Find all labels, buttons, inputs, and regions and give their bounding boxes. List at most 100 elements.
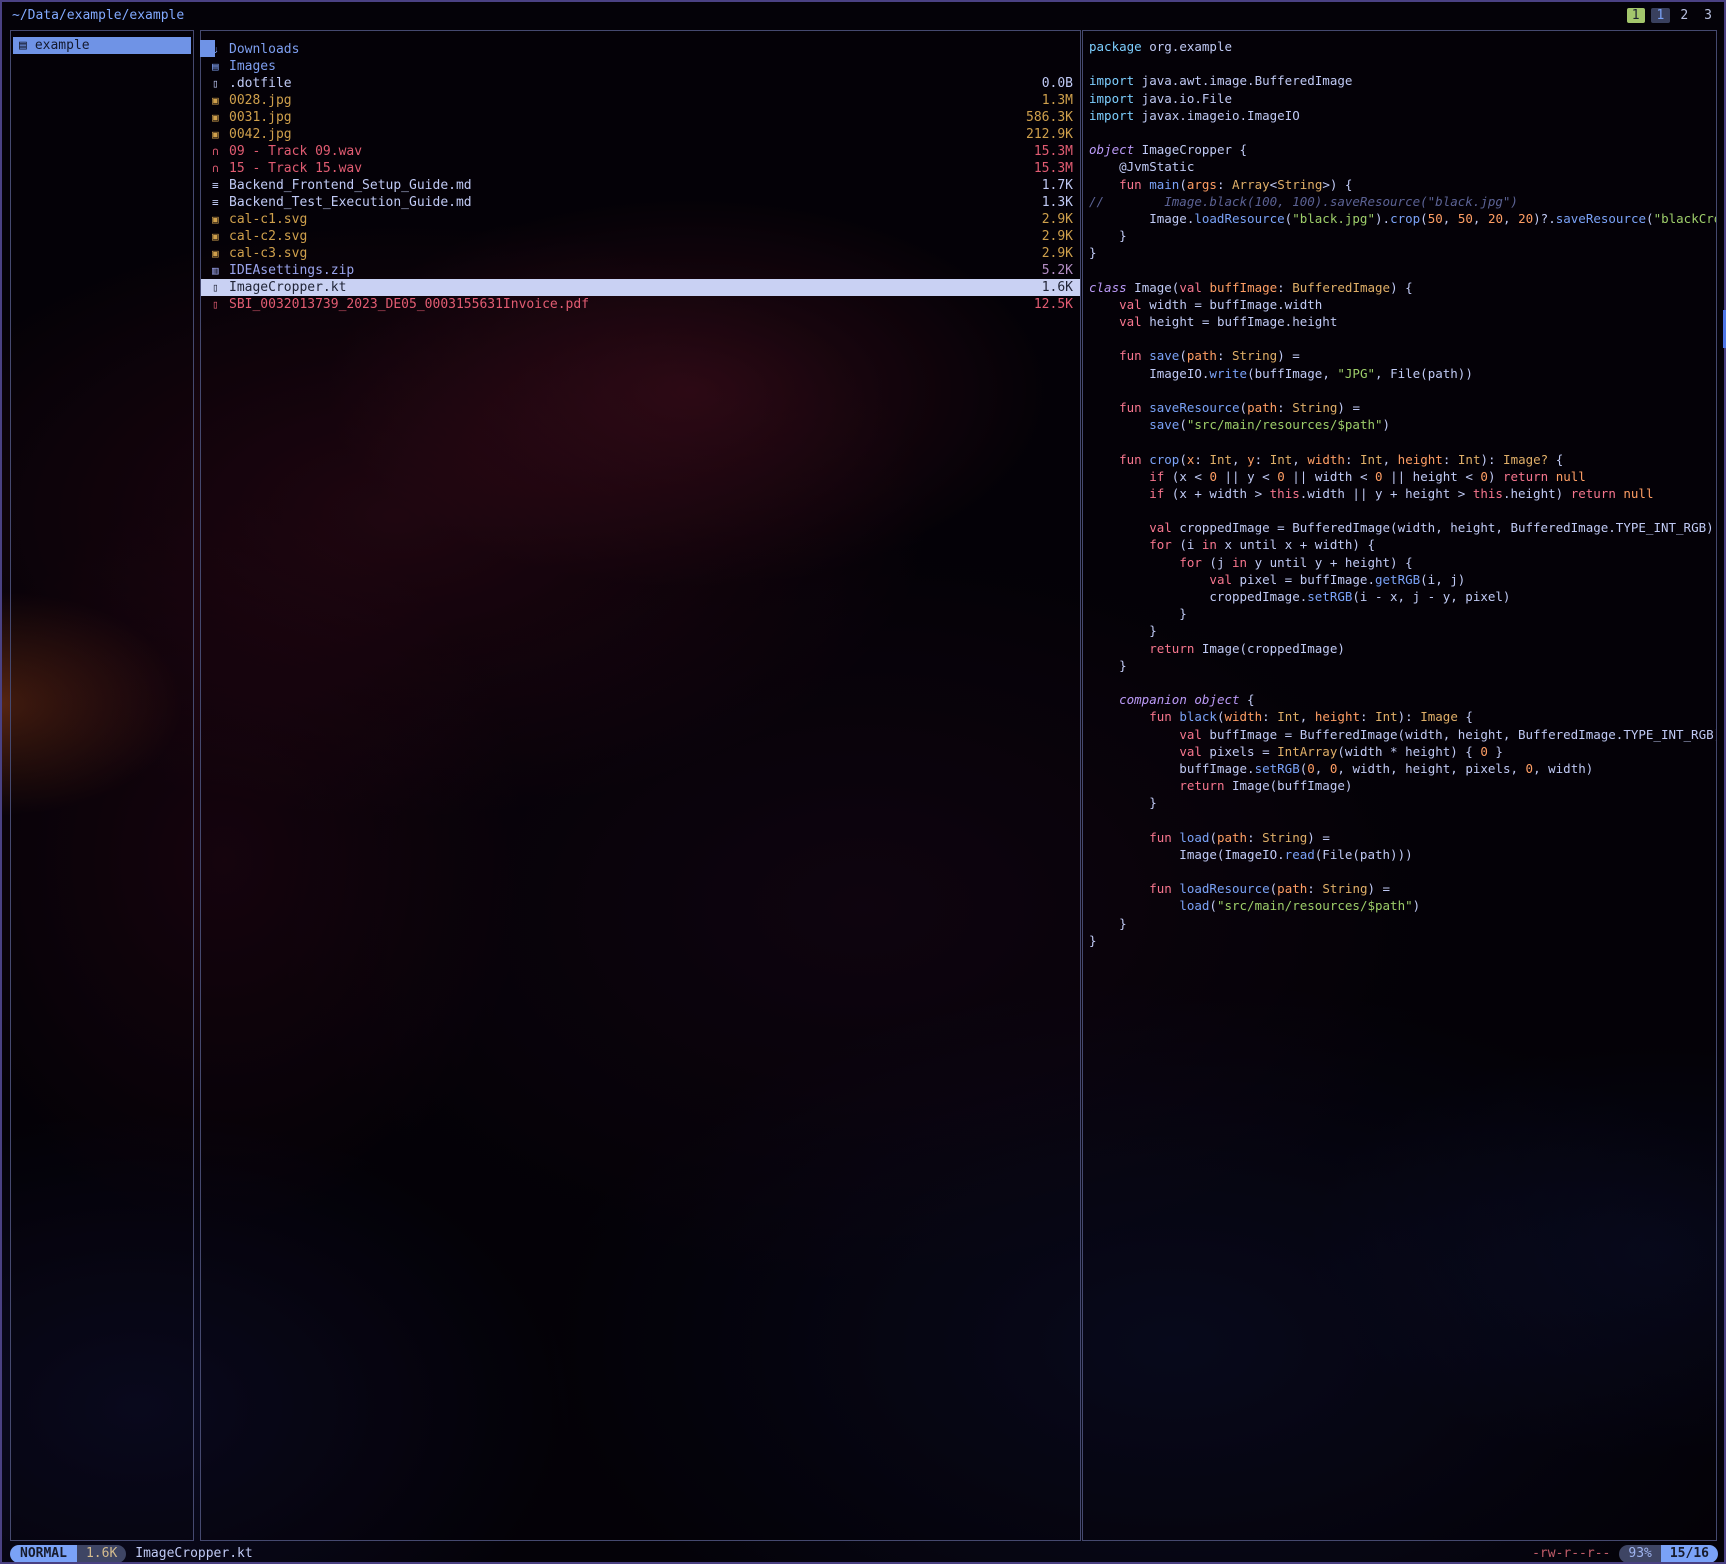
parent-pane: ▤ example xyxy=(10,30,194,1541)
code-line: } xyxy=(1089,932,1716,949)
code-line: fun black(width: Int, height: Int): Imag… xyxy=(1089,708,1716,725)
image-icon: ▣ xyxy=(212,109,229,126)
image-icon: ▣ xyxy=(212,245,229,262)
code-line xyxy=(1089,261,1716,278)
code-preview: package org.example import java.awt.imag… xyxy=(1083,31,1716,949)
file-row[interactable]: ▣cal-c1.svg2.9K xyxy=(201,211,1080,228)
archive-icon: ▥ xyxy=(212,262,229,279)
file-size: 0.0B xyxy=(1042,75,1073,92)
file-name: IDEAsettings.zip xyxy=(229,262,1042,279)
mode-badge: NORMAL xyxy=(10,1545,77,1563)
file-size: 586.3K xyxy=(1026,109,1073,126)
tab-1[interactable]: 1 xyxy=(1651,8,1671,23)
code-file-icon: ▯ xyxy=(212,279,229,296)
code-line xyxy=(1089,55,1716,72)
breadcrumb: ~/Data/example/example xyxy=(12,8,184,23)
file-row[interactable]: ▤Images xyxy=(201,58,1080,75)
file-name: SBI_0032013739_2023_DE05_0003155631Invoi… xyxy=(229,296,1034,313)
file-row[interactable]: ▯SBI_0032013739_2023_DE05_0003155631Invo… xyxy=(201,296,1080,313)
cursor-position-badge: 15/16 xyxy=(1661,1545,1718,1563)
position-pill: 93% 15/16 xyxy=(1619,1545,1718,1563)
code-line: object ImageCropper { xyxy=(1089,141,1716,158)
file-name: Images xyxy=(229,58,1073,75)
pdf-icon: ▯ xyxy=(212,296,229,313)
file-size: 15.3M xyxy=(1034,160,1073,177)
code-line: val croppedImage = BufferedImage(width, … xyxy=(1089,519,1716,536)
code-line: fun crop(x: Int, y: Int, width: Int, hei… xyxy=(1089,451,1716,468)
file-size: 212.9K xyxy=(1026,126,1073,143)
image-icon: ▣ xyxy=(212,228,229,245)
file-row[interactable]: ∩15 - Track 15.wav15.3M xyxy=(201,160,1080,177)
file-size: 1.3K xyxy=(1042,194,1073,211)
file-size: 12.5K xyxy=(1034,296,1073,313)
code-line: } xyxy=(1089,622,1716,639)
code-line: buffImage.setRGB(0, 0, width, height, pi… xyxy=(1089,760,1716,777)
parent-dir-label: example xyxy=(35,37,90,54)
code-line xyxy=(1089,124,1716,141)
file-row[interactable]: ▣0031.jpg586.3K xyxy=(201,109,1080,126)
file-size: 2.9K xyxy=(1042,211,1073,228)
code-line: Image(ImageIO.read(File(path))) xyxy=(1089,846,1716,863)
code-line: } xyxy=(1089,227,1716,244)
image-icon: ▣ xyxy=(212,211,229,228)
code-line xyxy=(1089,330,1716,347)
file-name: 0028.jpg xyxy=(229,92,1042,109)
file-name: cal-c3.svg xyxy=(229,245,1042,262)
file-name: 09 - Track 09.wav xyxy=(229,143,1034,160)
file-name: 0031.jpg xyxy=(229,109,1026,126)
code-line: } xyxy=(1089,605,1716,622)
file-row[interactable]: ▣0028.jpg1.3M xyxy=(201,92,1080,109)
file-row[interactable]: ▥IDEAsettings.zip5.2K xyxy=(201,262,1080,279)
file-icon: ▯ xyxy=(212,75,229,92)
code-line: package org.example xyxy=(1089,38,1716,55)
code-line: return Image(croppedImage) xyxy=(1089,640,1716,657)
code-line: fun main(args: Array<String>) { xyxy=(1089,176,1716,193)
file-row[interactable]: ▣cal-c3.svg2.9K xyxy=(201,245,1080,262)
code-line: // Image.black(100, 100).saveResource("b… xyxy=(1089,193,1716,210)
code-line: croppedImage.setRGB(i - x, j - y, pixel) xyxy=(1089,588,1716,605)
file-list-pane: ⇓Downloads▤Images▯.dotfile0.0B▣0028.jpg1… xyxy=(200,30,1081,1541)
code-line: save("src/main/resources/$path") xyxy=(1089,416,1716,433)
code-line: val width = buffImage.width xyxy=(1089,296,1716,313)
file-row[interactable]: ≡Backend_Test_Execution_Guide.md1.3K xyxy=(201,194,1080,211)
file-row[interactable]: ▣0042.jpg212.9K xyxy=(201,126,1080,143)
top-bar: ~/Data/example/example 1 123 xyxy=(12,5,1718,25)
code-line: val buffImage = BufferedImage(width, hei… xyxy=(1089,726,1716,743)
code-line: } xyxy=(1089,657,1716,674)
code-line xyxy=(1089,863,1716,880)
code-line: companion object { xyxy=(1089,691,1716,708)
file-row[interactable]: ▣cal-c2.svg2.9K xyxy=(201,228,1080,245)
file-name: cal-c1.svg xyxy=(229,211,1042,228)
code-line xyxy=(1089,811,1716,828)
code-line: } xyxy=(1089,244,1716,261)
parent-dir-item[interactable]: ▤ example xyxy=(13,37,191,54)
parent-cursor-marker xyxy=(200,40,215,57)
file-size: 2.9K xyxy=(1042,228,1073,245)
file-size: 1.3M xyxy=(1042,92,1073,109)
code-line: val pixel = buffImage.getRGB(i, j) xyxy=(1089,571,1716,588)
code-line: import javax.imageio.ImageIO xyxy=(1089,107,1716,124)
code-line: for (i in x until x + width) { xyxy=(1089,536,1716,553)
code-line: fun loadResource(path: String) = xyxy=(1089,880,1716,897)
file-row[interactable]: ⇓Downloads xyxy=(201,41,1080,58)
file-name: cal-c2.svg xyxy=(229,228,1042,245)
file-row[interactable]: ≡Backend_Frontend_Setup_Guide.md1.7K xyxy=(201,177,1080,194)
folder-icon: ▤ xyxy=(19,37,27,54)
markdown-icon: ≡ xyxy=(212,194,229,211)
preview-pane[interactable]: package org.example import java.awt.imag… xyxy=(1082,30,1717,1541)
status-file-name: ImageCropper.kt xyxy=(135,1546,252,1561)
tab-2[interactable]: 2 xyxy=(1674,8,1694,23)
code-line: @JvmStatic xyxy=(1089,158,1716,175)
code-line: import java.io.File xyxy=(1089,90,1716,107)
markdown-icon: ≡ xyxy=(212,177,229,194)
code-line: load("src/main/resources/$path") xyxy=(1089,897,1716,914)
image-icon: ▣ xyxy=(212,92,229,109)
audio-icon: ∩ xyxy=(212,143,229,160)
file-size-badge: 1.6K xyxy=(77,1545,126,1563)
file-name: Downloads xyxy=(229,41,1073,58)
terminal-window: ~/Data/example/example 1 123 ▤ example ⇓… xyxy=(0,0,1726,1564)
file-row[interactable]: ▯ImageCropper.kt1.6K xyxy=(201,279,1080,296)
tab-3[interactable]: 3 xyxy=(1698,8,1718,23)
file-row[interactable]: ∩09 - Track 09.wav15.3M xyxy=(201,143,1080,160)
file-row[interactable]: ▯.dotfile0.0B xyxy=(201,75,1080,92)
